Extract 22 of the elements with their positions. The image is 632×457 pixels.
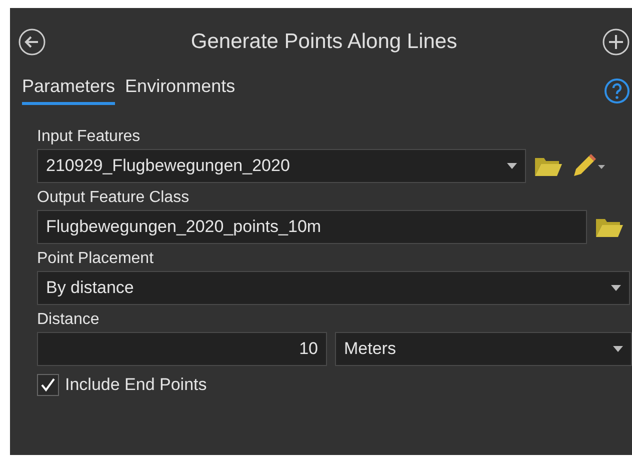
dropdown-field[interactable]: Meters <box>335 332 632 366</box>
folder-icon[interactable] <box>534 155 562 177</box>
help-icon[interactable] <box>604 78 630 104</box>
add-icon[interactable] <box>602 28 630 56</box>
tab[interactable]: Environments <box>125 76 236 105</box>
dropdown-field[interactable]: 210929_Flugbewegungen_2020 <box>37 149 526 183</box>
window-title: Generate Points Along Lines <box>190 30 458 54</box>
back-icon[interactable] <box>18 28 46 56</box>
input-field[interactable]: Flugbewegungen_2020_points_10m <box>37 210 587 244</box>
caret-icon <box>507 163 517 169</box>
caret-icon <box>613 346 623 352</box>
checkbox-label: Include End Points <box>65 375 207 395</box>
input-field[interactable]: 10 <box>37 332 327 366</box>
folder-icon[interactable] <box>595 216 623 238</box>
checkbox[interactable] <box>37 374 59 396</box>
field-label: Input Features <box>37 128 142 146</box>
tab[interactable]: Parameters <box>22 76 116 105</box>
field-label: Output Feature Class <box>37 189 190 207</box>
dropdown-field[interactable]: By distance <box>37 271 630 305</box>
caret-icon <box>611 285 621 291</box>
field-label: Distance <box>37 311 100 329</box>
field-label: Point Placement <box>37 250 155 268</box>
